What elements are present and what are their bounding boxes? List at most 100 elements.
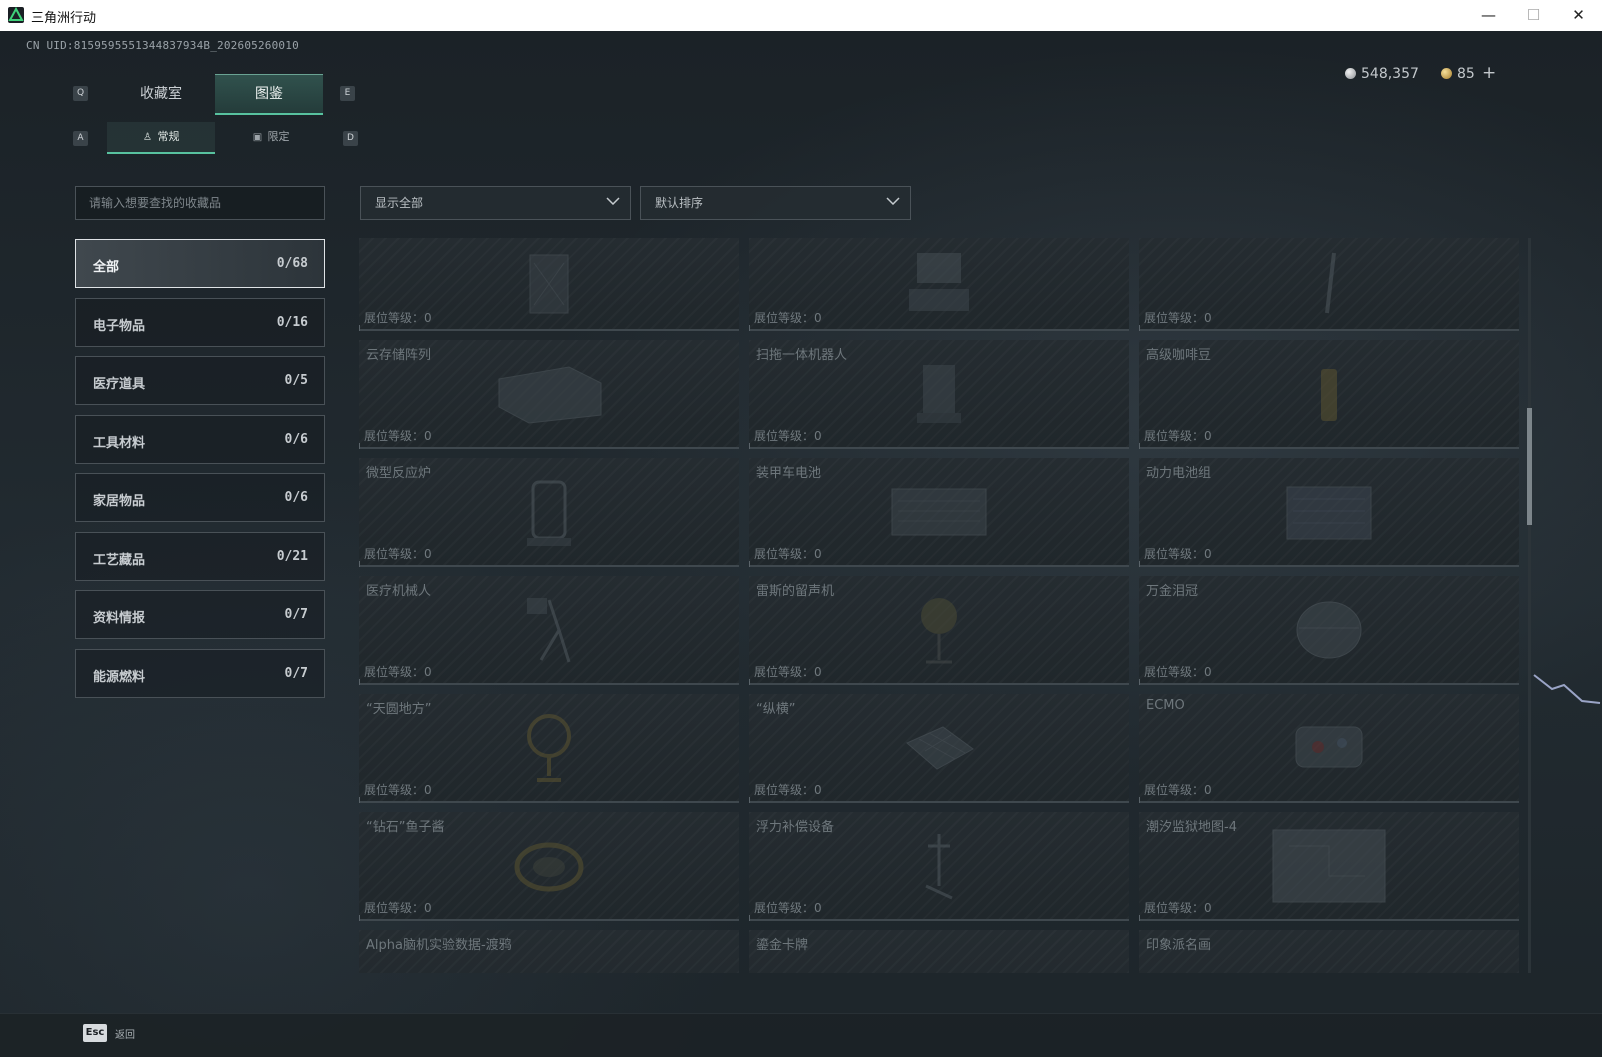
booth-level: 展位等级：0	[754, 783, 822, 797]
search-input[interactable]: 请输入想要查找的收藏品	[75, 186, 325, 220]
filter-dropdown[interactable]: 显示全部	[360, 186, 631, 220]
collectible-image	[527, 713, 571, 782]
collectible-card[interactable]: 高级咖啡豆 展位等级：0	[1139, 340, 1519, 449]
collectible-name: “钻石”鱼子酱	[366, 820, 445, 835]
collectible-card[interactable]: 浮力补偿设备 展位等级：0	[749, 812, 1129, 921]
collectible-name: 浮力补偿设备	[756, 820, 835, 835]
booth-level: 展位等级：0	[364, 547, 432, 561]
sort-dropdown[interactable]: 默认排序	[640, 186, 911, 220]
minimize-button[interactable]: —	[1466, 0, 1511, 31]
category-name: 工艺藏品	[93, 553, 146, 568]
booth-level: 展位等级：0	[364, 311, 432, 325]
add-currency-button[interactable]: +	[1482, 63, 1496, 83]
tab-collection-room[interactable]: 收藏室	[107, 75, 215, 113]
collectible-name: 医疗机械人	[366, 584, 432, 599]
collectible-image	[1272, 829, 1386, 902]
category-name: 工具材料	[93, 436, 146, 451]
collectible-card[interactable]: 潮汐监狱地图-4 展位等级：0	[1139, 812, 1519, 921]
bottom-bar	[0, 1013, 1602, 1057]
category-crafts[interactable]: 工艺藏品 0/21	[75, 532, 325, 581]
collectible-card[interactable]: 医疗机械人 展位等级：0	[359, 576, 739, 685]
collectible-card[interactable]: 动力电池组 展位等级：0	[1139, 458, 1519, 567]
booth-level: 展位等级：0	[364, 665, 432, 679]
category-all[interactable]: 全部 0/68	[75, 239, 325, 288]
collectible-name: 雷斯的留声机	[756, 584, 835, 599]
collectible-card[interactable]: 展位等级：0	[1139, 238, 1519, 331]
category-energy[interactable]: 能源燃料 0/7	[75, 649, 325, 698]
booth-level: 展位等级：0	[364, 783, 432, 797]
collectible-card[interactable]: ECMO 展位等级：0	[1139, 694, 1519, 803]
key-hint-e: E	[340, 86, 355, 101]
category-household[interactable]: 家居物品 0/6	[75, 473, 325, 522]
category-medical[interactable]: 医疗道具 0/5	[75, 356, 325, 405]
collectible-grid: 展位等级：0 展位等级：0 展位等级：0 云存储阵列 展位等级：0 扫拖一体机器…	[359, 238, 1520, 973]
collectible-name: 扫拖一体机器人	[756, 348, 848, 363]
collectible-card[interactable]: “钻石”鱼子酱 展位等级：0	[359, 812, 739, 921]
category-name: 全部	[93, 260, 120, 275]
esc-key-hint[interactable]: Esc	[83, 1024, 107, 1042]
collectible-name: 微型反应炉	[366, 466, 432, 481]
collectible-card[interactable]: 展位等级：0	[749, 238, 1129, 331]
chevron-down-icon	[886, 197, 900, 205]
collectible-name: “天圆地方”	[366, 702, 432, 717]
collectible-card[interactable]: 扫拖一体机器人 展位等级：0	[749, 340, 1129, 449]
category-name: 资料情报	[93, 611, 146, 626]
figure-icon: ♙	[143, 132, 152, 143]
collectible-card[interactable]: 万金泪冠 展位等级：0	[1139, 576, 1519, 685]
booth-level: 展位等级：0	[1144, 547, 1212, 561]
collectible-card[interactable]: 微型反应炉 展位等级：0	[359, 458, 739, 567]
window-titlebar: 三角洲行动 — ☐ ✕	[0, 0, 1602, 32]
category-count: 0/7	[284, 607, 308, 622]
category-electronics[interactable]: 电子物品 0/16	[75, 298, 325, 347]
chevron-down-icon	[606, 197, 620, 205]
category-count: 0/6	[284, 432, 308, 447]
gold-amount: 85	[1457, 66, 1475, 82]
lightning-decoration	[1533, 674, 1601, 704]
category-intel[interactable]: 资料情报 0/7	[75, 590, 325, 639]
collectible-card[interactable]: 鎏金卡牌	[749, 930, 1129, 973]
category-name: 能源燃料	[93, 670, 146, 685]
tab-codex[interactable]: 图鉴	[215, 74, 323, 115]
booth-level: 展位等级：0	[754, 429, 822, 443]
subtab-regular-label: 常规	[157, 130, 180, 143]
booth-level: 展位等级：0	[754, 901, 822, 915]
category-tools[interactable]: 工具材料 0/6	[75, 415, 325, 464]
picture-icon: ▣	[252, 132, 263, 143]
collectible-card[interactable]: 展位等级：0	[359, 238, 739, 331]
collectible-card[interactable]: 云存储阵列 展位等级：0	[359, 340, 739, 449]
uid-label: CN UID:8159595551344837934B_202605260010	[26, 39, 299, 52]
collectible-image	[1295, 726, 1363, 767]
collectible-card[interactable]: Alpha脑机实验数据-渡鸦	[359, 930, 739, 973]
collectible-card[interactable]: 印象派名画	[1139, 930, 1519, 973]
collectible-image	[1286, 486, 1372, 539]
collectible-image	[527, 480, 571, 546]
collectible-name: 高级咖啡豆	[1146, 348, 1212, 363]
category-name: 电子物品	[93, 319, 146, 334]
maximize-button[interactable]: ☐	[1511, 0, 1556, 31]
collectible-image	[917, 364, 961, 423]
collectible-image	[1296, 601, 1362, 658]
collectible-name: 印象派名画	[1146, 938, 1212, 953]
subtab-limited[interactable]: ▣ 限定	[217, 122, 325, 152]
close-button[interactable]: ✕	[1556, 0, 1601, 31]
collectible-name: Alpha脑机实验数据-渡鸦	[366, 938, 512, 953]
collectible-image	[1321, 368, 1337, 421]
collectible-card[interactable]: “天圆地方” 展位等级：0	[359, 694, 739, 803]
back-label[interactable]: 返回	[115, 1026, 135, 1041]
silver-amount: 548,357	[1361, 66, 1419, 82]
category-name: 医疗道具	[93, 377, 146, 392]
grid-scrollbar-thumb[interactable]	[1527, 408, 1532, 525]
collectible-name: 潮汐监狱地图-4	[1146, 820, 1237, 835]
collectible-card[interactable]: “纵横” 展位等级：0	[749, 694, 1129, 803]
booth-level: 展位等级：0	[1144, 311, 1212, 325]
subtab-limited-label: 限定	[267, 130, 290, 143]
collectible-card[interactable]: 雷斯的留声机 展位等级：0	[749, 576, 1129, 685]
subtab-regular[interactable]: ♙ 常规	[107, 122, 215, 154]
category-name: 家居物品	[93, 494, 146, 509]
collectible-card[interactable]: 装甲车电池 展位等级：0	[749, 458, 1129, 567]
booth-level: 展位等级：0	[1144, 783, 1212, 797]
grid-scrollbar-track[interactable]	[1528, 238, 1531, 973]
collectible-image	[909, 252, 969, 311]
collectible-name: 万金泪冠	[1146, 584, 1199, 599]
booth-level: 展位等级：0	[364, 429, 432, 443]
